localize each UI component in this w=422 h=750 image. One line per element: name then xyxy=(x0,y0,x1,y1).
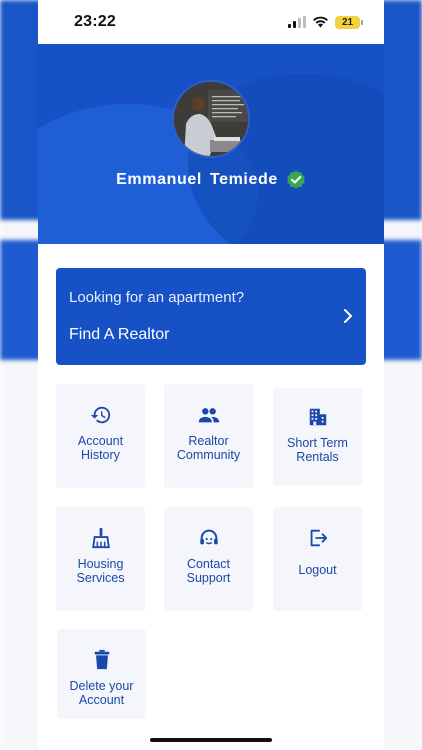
battery-indicator: 21 xyxy=(335,15,363,29)
app-screen: 23:22 21 Emmanuel Temiede Looking for an… xyxy=(38,0,384,750)
logout-icon xyxy=(310,529,327,547)
tile-label: Short Term Rentals xyxy=(287,436,348,464)
tile-account-history[interactable]: Account History xyxy=(56,384,145,488)
verified-badge-icon xyxy=(287,170,305,189)
tile-contact-support[interactable]: Contact Support xyxy=(164,507,253,611)
tile-short-term-rentals[interactable]: Short Term Rentals xyxy=(273,388,362,486)
tile-label: Account History xyxy=(77,434,124,462)
wifi-icon xyxy=(313,16,328,28)
profile-name: Emmanuel Temiede xyxy=(116,171,278,188)
profile-header: Emmanuel Temiede xyxy=(38,44,384,244)
chevron-right-icon xyxy=(344,309,353,323)
banner-action: Find A Realtor xyxy=(69,326,170,343)
signal-icon xyxy=(288,16,306,28)
people-icon xyxy=(198,408,219,423)
tile-label: Housing Services xyxy=(76,557,125,585)
tile-label: Logout xyxy=(298,563,337,577)
find-realtor-banner[interactable]: Looking for an apartment? Find A Realtor xyxy=(56,268,366,365)
history-icon xyxy=(90,406,110,424)
tile-label: Realtor Community xyxy=(176,434,241,462)
banner-question: Looking for an apartment? xyxy=(69,289,245,306)
avatar[interactable] xyxy=(172,80,250,158)
status-time: 23:22 xyxy=(74,13,116,30)
tile-realtor-community[interactable]: Realtor Community xyxy=(164,384,253,488)
tile-label: Contact Support xyxy=(186,557,231,585)
tile-housing-services[interactable]: Housing Services xyxy=(56,507,145,611)
building-icon xyxy=(309,408,326,426)
headset-icon xyxy=(199,529,218,545)
broom-icon xyxy=(91,527,110,549)
status-bar: 23:22 21 xyxy=(38,0,384,44)
tile-logout[interactable]: Logout xyxy=(273,507,362,611)
tile-label: Delete your Account xyxy=(69,679,134,707)
home-indicator[interactable] xyxy=(150,738,272,742)
trash-icon xyxy=(94,649,109,670)
tile-delete-account[interactable]: Delete your Account xyxy=(57,629,146,719)
